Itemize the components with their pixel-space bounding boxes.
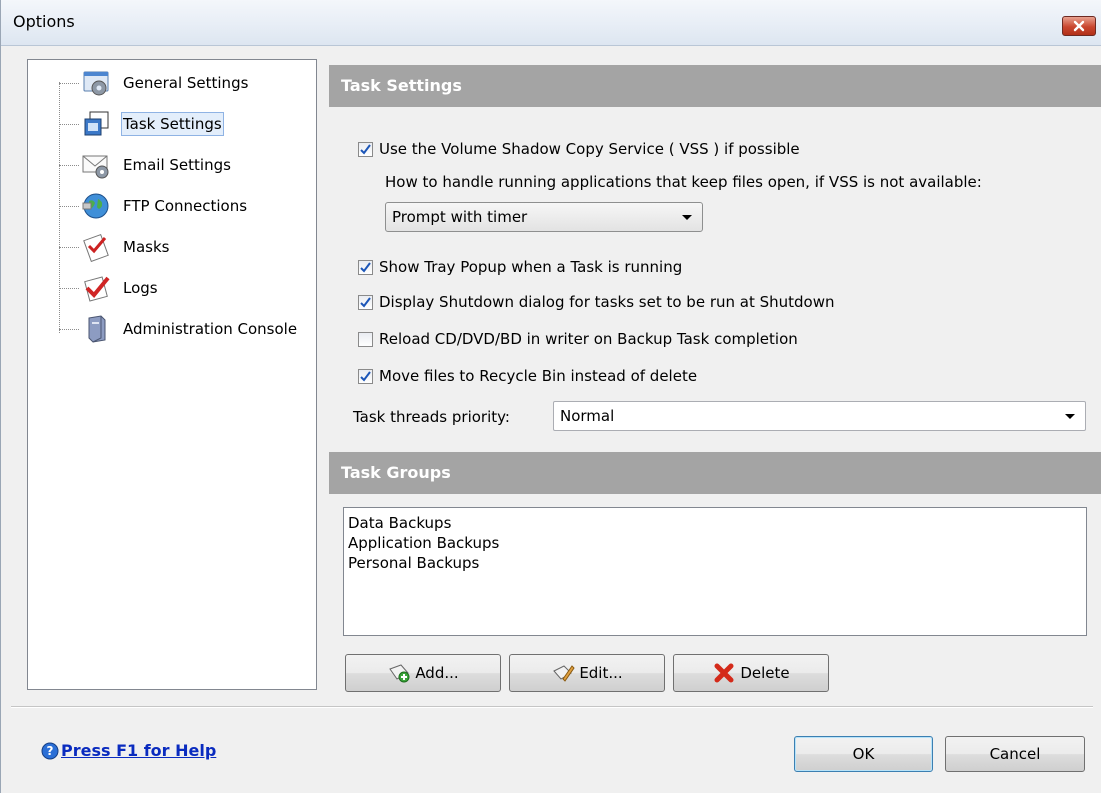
tree-label: Administration Console: [123, 320, 298, 338]
close-icon: [1073, 20, 1085, 32]
edit-group-button[interactable]: Edit...: [509, 654, 665, 692]
tree-item-ftp-connections[interactable]: FTP Connections: [59, 188, 249, 224]
envelope-gear-icon: [82, 155, 109, 179]
globe-icon: [82, 193, 109, 219]
log-check-icon: [84, 276, 110, 302]
reload-disc-checkbox[interactable]: Reload CD/DVD/BD in writer on Backup Tas…: [358, 330, 798, 348]
vss-label: Use the Volume Shadow Copy Service ( VSS…: [379, 140, 800, 158]
check-icon: [360, 261, 371, 273]
task-window-icon: [84, 111, 109, 136]
task-settings-header: Task Settings: [329, 65, 1101, 107]
list-item[interactable]: Application Backups: [348, 533, 1082, 553]
delete-label: Delete: [740, 664, 790, 682]
edit-icon: [553, 665, 575, 682]
close-button[interactable]: [1062, 16, 1096, 36]
task-groups-header: Task Groups: [329, 452, 1101, 494]
list-item[interactable]: Personal Backups: [348, 553, 1082, 573]
tree-item-email-settings[interactable]: Email Settings: [59, 147, 233, 183]
server-icon: [88, 315, 106, 343]
help-icon: ?: [41, 742, 59, 759]
reload-disc-label: Reload CD/DVD/BD in writer on Backup Tas…: [379, 330, 798, 348]
checkbox-box: [358, 368, 373, 384]
recycle-bin-checkbox[interactable]: Move files to Recycle Bin instead of del…: [358, 367, 697, 385]
tray-popup-label: Show Tray Popup when a Task is running: [379, 258, 683, 276]
task-groups-list[interactable]: Data Backups Application Backups Persona…: [343, 507, 1087, 636]
chevron-down-icon: [682, 215, 692, 220]
add-icon: [389, 664, 410, 683]
tree-label: General Settings: [123, 74, 249, 92]
ok-button[interactable]: OK: [794, 736, 933, 772]
delete-icon: [714, 663, 734, 683]
checkbox-box: [358, 294, 373, 310]
shutdown-dialog-label: Display Shutdown dialog for tasks set to…: [379, 293, 835, 311]
tree-item-task-settings[interactable]: Task Settings: [59, 106, 224, 142]
cancel-label: Cancel: [989, 745, 1041, 763]
chevron-down-icon: [1065, 414, 1075, 419]
checkbox-box: [358, 141, 373, 157]
options-dialog: Options General Settings Task Settings E…: [0, 0, 1101, 793]
recycle-bin-label: Move files to Recycle Bin instead of del…: [379, 367, 698, 385]
checkbox-box: [358, 331, 373, 347]
delete-group-button[interactable]: Delete: [673, 654, 829, 692]
options-tree: General Settings Task Settings Email Set…: [27, 59, 317, 690]
tree-item-logs[interactable]: Logs: [59, 270, 160, 306]
cancel-button[interactable]: Cancel: [945, 736, 1085, 772]
tree-item-general-settings[interactable]: General Settings: [59, 65, 250, 101]
add-group-button[interactable]: Add...: [345, 654, 501, 692]
svg-text:?: ?: [47, 744, 54, 758]
shutdown-dialog-checkbox[interactable]: Display Shutdown dialog for tasks set to…: [358, 293, 835, 311]
title-bar: Options: [1, 0, 1101, 46]
vss-checkbox[interactable]: Use the Volume Shadow Copy Service ( VSS…: [358, 140, 800, 158]
open-files-label: How to handle running applications that …: [385, 173, 982, 191]
help-link[interactable]: ? Press F1 for Help: [41, 741, 216, 760]
priority-dropdown[interactable]: Normal: [553, 401, 1086, 431]
ok-label: OK: [852, 745, 875, 763]
tree-label: Task Settings: [121, 112, 224, 136]
check-icon: [360, 370, 371, 382]
tree-item-administration-console[interactable]: Administration Console: [59, 311, 299, 347]
help-label: Press F1 for Help: [61, 741, 217, 760]
window-title: Options: [13, 12, 75, 31]
edit-label: Edit...: [579, 664, 623, 682]
checkbox-box: [358, 259, 373, 275]
check-icon: [360, 296, 371, 308]
priority-label: Task threads priority:: [353, 408, 510, 426]
tree-label: Email Settings: [123, 156, 231, 174]
add-label: Add...: [415, 664, 459, 682]
open-files-dropdown[interactable]: Prompt with timer: [385, 202, 703, 232]
priority-value: Normal: [560, 407, 615, 425]
tree-label: FTP Connections: [123, 197, 248, 215]
tree-item-masks[interactable]: Masks: [59, 229, 171, 265]
tree-label: Masks: [123, 238, 170, 256]
mask-check-icon: [83, 233, 109, 262]
footer-separator: [11, 706, 1093, 708]
tray-popup-checkbox[interactable]: Show Tray Popup when a Task is running: [358, 258, 682, 276]
gear-window-icon: [83, 71, 109, 96]
tree-label: Logs: [123, 279, 158, 297]
open-files-value: Prompt with timer: [392, 208, 528, 226]
list-item[interactable]: Data Backups: [348, 513, 1082, 533]
check-icon: [360, 143, 371, 155]
